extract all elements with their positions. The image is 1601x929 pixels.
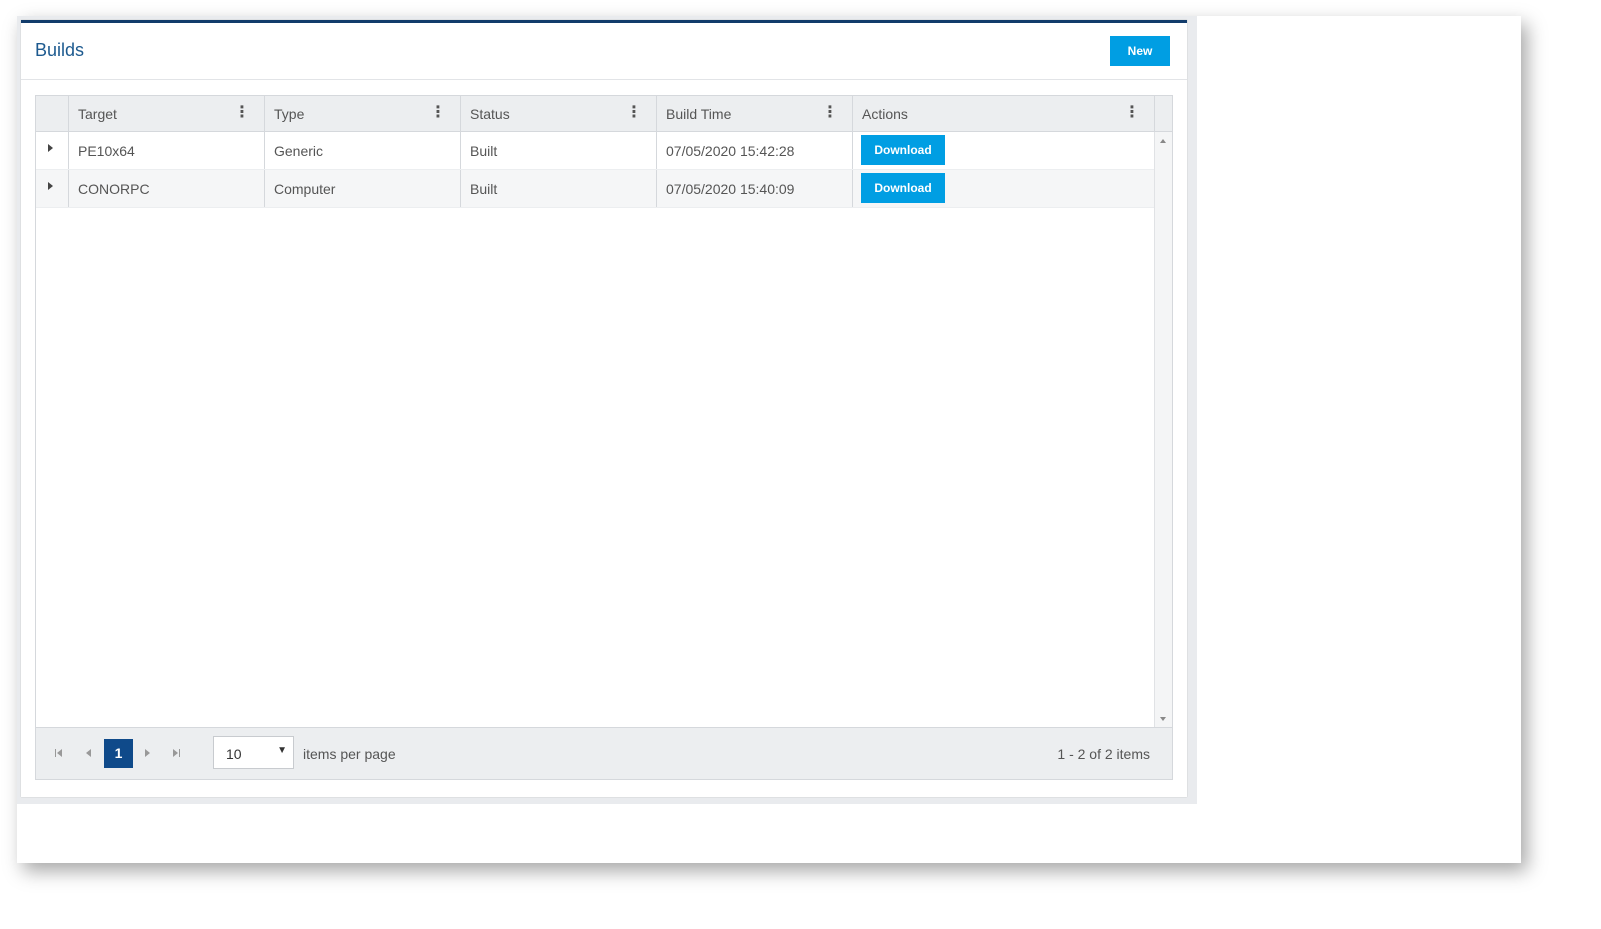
content-area: Builds New Target ⋮ Type ⋮ Status ⋮ Buil…: [17, 16, 1197, 804]
column-label: Actions: [862, 106, 908, 122]
cell-status: Built: [461, 170, 657, 207]
column-label: Target: [78, 106, 117, 122]
screenshot-frame: Builds New Target ⋮ Type ⋮ Status ⋮ Buil…: [17, 16, 1521, 863]
builds-grid: Target ⋮ Type ⋮ Status ⋮ Build Time ⋮ Ac…: [35, 95, 1173, 780]
header-scroll-spacer: [1155, 96, 1172, 131]
pager: 1 10 ▼ items per page 1 - 2 of 2 items: [36, 727, 1172, 779]
row-expander[interactable]: [36, 132, 69, 169]
cell-target: CONORPC: [69, 170, 265, 207]
caret-right-icon[interactable]: [48, 144, 53, 152]
vertical-scrollbar[interactable]: [1154, 132, 1172, 728]
builds-panel: Builds New Target ⋮ Type ⋮ Status ⋮ Buil…: [21, 20, 1187, 797]
caret-right-icon[interactable]: [48, 182, 53, 190]
column-header-build-time[interactable]: Build Time ⋮: [657, 96, 853, 131]
column-header-status[interactable]: Status ⋮: [461, 96, 657, 131]
scroll-down-icon[interactable]: [1160, 717, 1166, 721]
cell-status: Built: [461, 132, 657, 169]
cell-type: Generic: [265, 132, 461, 169]
page-size-value: 10: [226, 746, 242, 762]
column-header-target[interactable]: Target ⋮: [69, 96, 265, 131]
items-per-page-label: items per page: [303, 746, 396, 762]
cell-type: Computer: [265, 170, 461, 207]
column-menu-icon[interactable]: ⋮: [1124, 105, 1140, 121]
download-button[interactable]: Download: [861, 135, 945, 165]
download-button[interactable]: Download: [861, 173, 945, 203]
dropdown-caret-icon: ▼: [277, 745, 287, 756]
column-menu-icon[interactable]: ⋮: [822, 105, 838, 121]
column-header-actions[interactable]: Actions ⋮: [853, 96, 1155, 131]
cell-actions: Download: [853, 170, 1155, 207]
column-label: Type: [274, 106, 305, 122]
cell-target: PE10x64: [69, 132, 265, 169]
cell-actions: Download: [853, 132, 1155, 169]
column-header-type[interactable]: Type ⋮: [265, 96, 461, 131]
header-expand-column: [36, 96, 69, 131]
table-row[interactable]: CONORPC Computer Built 07/05/2020 15:40:…: [36, 170, 1172, 208]
grid-header: Target ⋮ Type ⋮ Status ⋮ Build Time ⋮ Ac…: [36, 96, 1172, 132]
column-label: Status: [470, 106, 510, 122]
scroll-up-icon[interactable]: [1160, 139, 1166, 143]
panel-header: Builds New: [21, 23, 1187, 80]
column-label: Build Time: [666, 106, 732, 122]
grid-body: PE10x64 Generic Built 07/05/2020 15:42:2…: [36, 132, 1172, 208]
page-size-select[interactable]: 10 ▼: [213, 736, 294, 769]
page-title: Builds: [35, 40, 85, 60]
new-button[interactable]: New: [1110, 36, 1170, 66]
page-number-current[interactable]: 1: [104, 739, 133, 768]
row-expander[interactable]: [36, 170, 69, 207]
column-menu-icon[interactable]: ⋮: [430, 105, 446, 121]
cell-build-time: 07/05/2020 15:40:09: [657, 170, 853, 207]
pager-info: 1 - 2 of 2 items: [1057, 746, 1150, 762]
column-menu-icon[interactable]: ⋮: [626, 105, 642, 121]
table-row[interactable]: PE10x64 Generic Built 07/05/2020 15:42:2…: [36, 132, 1172, 170]
column-menu-icon[interactable]: ⋮: [234, 105, 250, 121]
cell-build-time: 07/05/2020 15:42:28: [657, 132, 853, 169]
